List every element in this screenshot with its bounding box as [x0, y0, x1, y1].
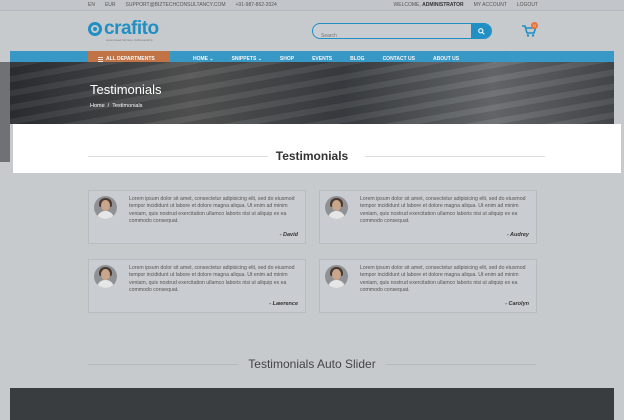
welcome-label: WELCOME, — [393, 2, 421, 8]
search-button[interactable] — [471, 24, 491, 38]
support-email[interactable]: SUPPORT@BIZTECHCONSULTANCY.COM — [126, 2, 226, 8]
testimonial-card: Lorem ipsum dolor sit amet, consectetur … — [319, 190, 537, 244]
testimonial-text: Lorem ipsum dolor sit amet, consectetur … — [360, 196, 526, 224]
site-logo[interactable]: crafito customised furniture craftsmansh… — [88, 18, 159, 42]
testimonial-author: - Lawrence — [269, 301, 298, 307]
testimonial-author: - Audrey — [506, 232, 529, 238]
avatar — [325, 265, 348, 288]
testimonial-author: - Carolyn — [505, 301, 529, 307]
logo-tagline: customised furniture craftsmanship — [106, 38, 153, 42]
search-icon — [477, 27, 485, 35]
section-title: Testimonials — [275, 149, 349, 163]
highlighted-section: Testimonials — [13, 124, 621, 173]
avatar — [94, 265, 117, 288]
testimonial-text: Lorem ipsum dolor sit amet, consectetur … — [129, 265, 295, 293]
testimonial-text: Lorem ipsum dolor sit amet, consectetur … — [360, 265, 526, 293]
page-title: Testimonials — [90, 82, 162, 97]
cart-count-badge: 0 — [531, 22, 538, 29]
page-edge-shadow — [0, 62, 10, 162]
top-bar: EN EUR SUPPORT@BIZTECHCONSULTANCY.COM +9… — [0, 0, 624, 11]
page-banner: Testimonials Home / Testimonials — [10, 62, 614, 124]
menu-icon — [98, 56, 103, 62]
avatar — [94, 196, 117, 219]
logo-icon — [88, 22, 102, 36]
search-input[interactable] — [313, 29, 463, 38]
user-name: ADMINISTRATOR — [422, 2, 464, 8]
my-account-link[interactable]: MY ACCOUNT — [474, 2, 507, 8]
breadcrumb: Home / Testimonials — [90, 103, 142, 109]
auto-slider-section — [10, 388, 614, 420]
breadcrumb-current: Testimonials — [112, 103, 143, 109]
site-header: crafito customised furniture craftsmansh… — [0, 11, 624, 51]
welcome-message: WELCOME, ADMINISTRATOR — [394, 2, 464, 8]
testimonial-card: Lorem ipsum dolor sit amet, consectetur … — [319, 259, 537, 313]
testimonial-card: Lorem ipsum dolor sit amet, consectetur … — [88, 190, 306, 244]
testimonial-card: Lorem ipsum dolor sit amet, consectetur … — [88, 259, 306, 313]
language-selector[interactable]: EN — [88, 2, 95, 8]
breadcrumb-separator: / — [107, 103, 110, 109]
logout-link[interactable]: LOGOUT — [517, 2, 538, 8]
currency-selector[interactable]: EUR — [105, 2, 116, 8]
logo-text: crafito — [104, 18, 159, 39]
support-phone: +91-987-862-2024 — [235, 2, 277, 8]
page: EN EUR SUPPORT@BIZTECHCONSULTANCY.COM +9… — [0, 0, 624, 420]
testimonial-text: Lorem ipsum dolor sit amet, consectetur … — [129, 196, 295, 224]
auto-slider-title: Testimonials Auto Slider — [248, 357, 376, 371]
testimonial-author: - David — [279, 232, 298, 238]
breadcrumb-home-link[interactable]: Home — [90, 103, 105, 109]
search-bar — [312, 23, 492, 39]
avatar — [325, 196, 348, 219]
